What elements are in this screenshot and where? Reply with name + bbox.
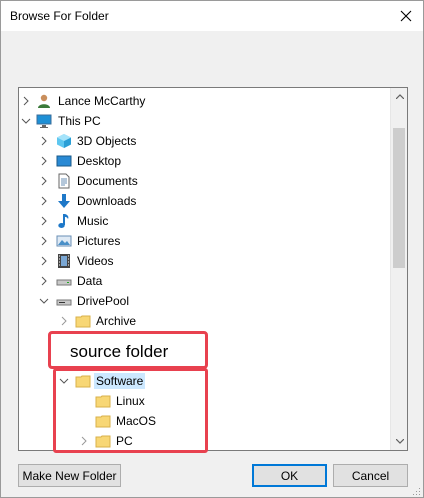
scrollbar-thumb[interactable] (393, 128, 405, 268)
tree-item-downloads[interactable]: Downloads (19, 191, 391, 211)
scroll-up-icon[interactable] (391, 88, 407, 105)
cancel-button[interactable]: Cancel (333, 464, 408, 487)
tree-item-3d-objects[interactable]: 3D Objects (19, 131, 391, 151)
chevron-right-icon[interactable] (39, 216, 49, 226)
tree-item-pictures[interactable]: Pictures (19, 231, 391, 251)
tree-item-music[interactable]: Music (19, 211, 391, 231)
tree-item-label: 3D Objects (77, 134, 137, 148)
scroll-down-icon[interactable] (391, 433, 407, 450)
chevron-right-icon[interactable] (39, 136, 49, 146)
tree-item-this-pc[interactable]: This PC (19, 111, 391, 131)
tree-item-label: Data (77, 274, 103, 288)
chevron-down-icon[interactable] (21, 116, 31, 126)
window-title: Browse For Folder (10, 9, 109, 23)
tree-item-label: Downloads (77, 194, 137, 208)
chevron-right-icon[interactable] (39, 276, 49, 286)
tree-item-label: Archive (96, 314, 137, 328)
tree-item-label: This PC (58, 114, 101, 128)
chevron-right-icon[interactable] (39, 196, 49, 206)
tree-item-drivepool[interactable]: DrivePool (19, 291, 391, 311)
close-icon[interactable] (395, 5, 417, 27)
folder-icon (75, 313, 91, 329)
videos-icon (56, 253, 72, 269)
user-icon (36, 93, 52, 109)
resize-grip-icon[interactable] (411, 485, 421, 495)
3d-objects-icon (56, 133, 72, 149)
tree-item-videos[interactable]: Videos (19, 251, 391, 271)
music-icon (56, 213, 72, 229)
drive-icon (56, 293, 72, 309)
tree-item-data[interactable]: Data (19, 271, 391, 291)
vertical-scrollbar[interactable] (390, 88, 407, 450)
tree-item-documents[interactable]: Documents (19, 171, 391, 191)
chevron-right-icon[interactable] (21, 96, 31, 106)
desktop-icon (56, 153, 72, 169)
callout-label: source folder (70, 342, 169, 361)
drive-icon (56, 273, 72, 289)
tree-item-label: DrivePool (77, 294, 130, 308)
chevron-right-icon[interactable] (39, 256, 49, 266)
tree-item-label: Desktop (77, 154, 122, 168)
tree-item-label: Music (77, 214, 109, 228)
tree-item-label: Lance McCarthy (58, 94, 146, 108)
downloads-icon (56, 193, 72, 209)
title-bar[interactable]: Browse For Folder (1, 1, 423, 31)
tree-item-lance-mccarthy[interactable]: Lance McCarthy (19, 91, 391, 111)
pictures-icon (56, 233, 72, 249)
tree-item-label: Documents (77, 174, 138, 188)
browse-for-folder-dialog: Browse For Folder Lance McCarthy This PC… (0, 0, 424, 498)
tree-item-archive[interactable]: Archive (19, 311, 391, 331)
tree-item-label: Pictures (77, 234, 121, 248)
tree-item-label: Videos (77, 254, 114, 268)
computer-icon (36, 113, 52, 129)
tree-item-desktop[interactable]: Desktop (19, 151, 391, 171)
chevron-right-icon[interactable] (39, 156, 49, 166)
highlight-box (53, 368, 208, 453)
chevron-right-icon[interactable] (59, 316, 69, 326)
chevron-right-icon[interactable] (39, 176, 49, 186)
documents-icon (56, 173, 72, 189)
chevron-down-icon[interactable] (39, 296, 49, 306)
source-folder-callout: source folder (48, 331, 208, 369)
ok-button[interactable]: OK (252, 464, 327, 487)
chevron-right-icon[interactable] (39, 236, 49, 246)
make-new-folder-button[interactable]: Make New Folder (18, 464, 121, 487)
